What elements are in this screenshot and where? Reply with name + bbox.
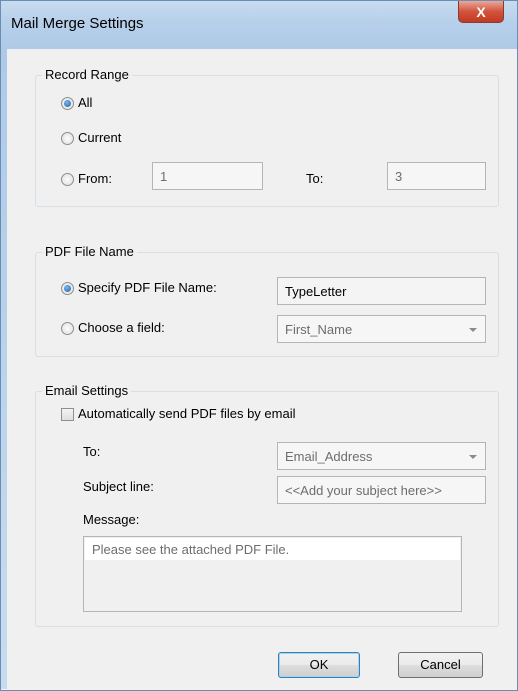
to-input[interactable]: 3 (387, 162, 486, 190)
auto-send-label: Automatically send PDF files by email (78, 406, 296, 421)
email-settings-legend: Email Settings (42, 383, 132, 398)
from-radio[interactable] (61, 173, 74, 186)
all-label: All (78, 95, 93, 110)
current-label: Current (78, 130, 122, 145)
subject-line-input[interactable]: <<Add your subject here>> (277, 476, 486, 504)
pdf-file-name-group: PDF File Name Specify PDF File Name: Typ… (35, 244, 499, 357)
all-radio[interactable] (61, 97, 74, 110)
cancel-button[interactable]: Cancel (398, 652, 483, 678)
close-icon: X (476, 3, 486, 20)
to-label: To: (306, 171, 324, 186)
email-settings-group: Email Settings Automatically send PDF fi… (35, 383, 499, 627)
from-label: From: (78, 171, 112, 186)
message-label: Message: (83, 512, 140, 527)
choose-field-label: Choose a field: (78, 320, 165, 335)
record-range-legend: Record Range (42, 67, 132, 82)
pdf-file-name-legend: PDF File Name (42, 244, 137, 259)
specify-pdf-name-radio[interactable] (61, 282, 74, 295)
chevron-down-icon (469, 328, 477, 332)
email-to-dropdown[interactable]: Email_Address (277, 442, 486, 470)
message-textarea[interactable]: Please see the attached PDF File. (83, 536, 462, 612)
title-bar: Mail Merge Settings X (1, 1, 517, 49)
email-to-label: To: (83, 444, 101, 459)
email-to-value: Email_Address (285, 449, 373, 464)
mail-merge-dialog: Mail Merge Settings X Record Range All C… (0, 0, 518, 691)
auto-send-checkbox[interactable] (61, 408, 74, 421)
window-frame-edge (1, 49, 7, 689)
dialog-title: Mail Merge Settings (11, 15, 144, 32)
pdf-file-name-input[interactable]: TypeLetter (277, 277, 486, 305)
specify-pdf-name-label: Specify PDF File Name: (78, 280, 217, 295)
record-range-group: Record Range All Current From: 1 To: 3 (35, 67, 499, 207)
chevron-down-icon (469, 455, 477, 459)
message-text: Please see the attached PDF File. (85, 538, 460, 560)
close-button[interactable]: X (458, 1, 504, 23)
choose-field-radio[interactable] (61, 322, 74, 335)
choose-field-value: First_Name (285, 322, 353, 337)
subject-line-label: Subject line: (83, 479, 154, 494)
from-input[interactable]: 1 (152, 162, 263, 190)
choose-field-dropdown[interactable]: First_Name (277, 315, 486, 343)
ok-button[interactable]: OK (278, 652, 360, 678)
current-radio[interactable] (61, 132, 74, 145)
